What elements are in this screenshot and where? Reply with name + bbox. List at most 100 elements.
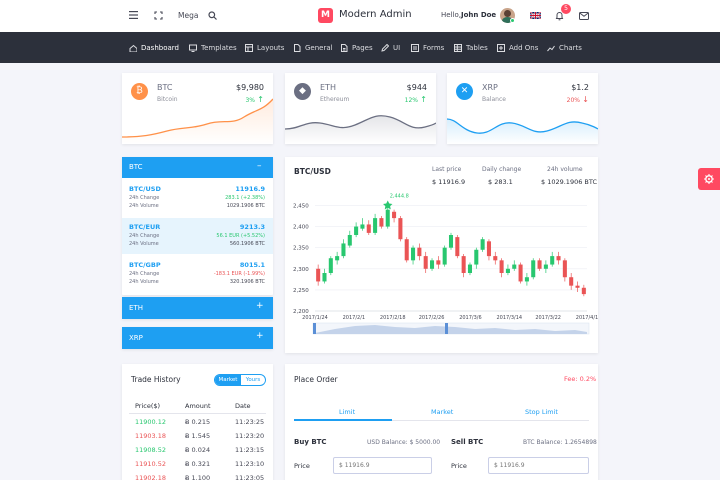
eth-stat-card[interactable]: ◆ ETH Ethereum $944 12% ↑	[285, 73, 436, 144]
candle-body	[411, 247, 416, 261]
last-price-label: Last price	[432, 166, 462, 173]
uk-flag-icon[interactable]	[529, 11, 542, 20]
settings-gear-icon	[704, 174, 714, 184]
sell-price-input[interactable]	[488, 457, 589, 474]
trade-row: 11902.18 Ƀ 1.100 11:23:05	[122, 474, 273, 480]
trade-history-panel: Trade History Market Yours Price($) Amou…	[122, 364, 273, 480]
y-tick-label: 2,350	[293, 246, 309, 252]
mail-icon[interactable]	[579, 12, 589, 20]
candle-body	[537, 260, 542, 269]
candle-body	[347, 235, 352, 246]
candle-body	[562, 260, 567, 278]
trade-row: 11910.52 Ƀ 0.321 11:23:10	[122, 460, 273, 474]
candle-body	[474, 249, 479, 265]
xrp-stat-card[interactable]: ✕ XRP Balance $1.2 20% ↓	[447, 73, 598, 144]
nav-charts[interactable]: Charts	[547, 32, 582, 63]
nav-label: Add Ons	[509, 43, 539, 52]
tab-market-order[interactable]: Market	[431, 408, 453, 416]
expand-icon[interactable]: +	[256, 301, 264, 311]
nav-label: General	[305, 43, 333, 52]
candle-body	[556, 256, 561, 261]
candle-body	[398, 218, 403, 240]
pair-name: BTC/USD	[129, 185, 161, 193]
tab-stop-limit[interactable]: Stop Limit	[525, 408, 558, 416]
pair-price: 8015.1	[239, 261, 265, 269]
nav-templates[interactable]: Templates	[189, 32, 237, 63]
tab-market[interactable]: Market	[215, 375, 241, 385]
nav-dashboard[interactable]: Dashboard	[129, 32, 179, 63]
volume-label: 24h Volume	[129, 279, 159, 285]
fullscreen-icon[interactable]	[154, 11, 163, 20]
candle-body	[322, 273, 327, 282]
candle-body	[581, 287, 586, 295]
nav-general[interactable]: General	[293, 32, 333, 63]
volume-value: $ 1029.1906 BTC	[541, 178, 598, 186]
market-row[interactable]: BTC/USD 11916.9 24h Change 283.1 (+2.38%…	[122, 180, 273, 216]
col-amount: Amount	[185, 402, 211, 410]
buy-price-input[interactable]	[333, 457, 432, 474]
sell-title: Sell BTC	[451, 438, 484, 446]
nav-pages[interactable]: Pages	[340, 32, 373, 63]
buy-price-label: Price	[294, 462, 310, 470]
x-tick-label: 2017/2/1	[343, 315, 365, 321]
candle-body	[354, 226, 359, 235]
volume-label: 24h Volume	[129, 241, 159, 247]
market-row[interactable]: BTC/EUR 9213.3 24h Change 56.1 EUR (+5.5…	[122, 218, 273, 254]
daily-change-label: Daily change	[482, 166, 522, 173]
btc-balance: BTC Balance: 1.2654898	[523, 439, 597, 446]
expand-icon[interactable]: +	[256, 331, 264, 341]
candle-body	[423, 256, 428, 269]
layout-icon	[245, 43, 253, 52]
candlestick-chart[interactable]: 2,4502,4002,3502,3002,2502,2002017/1/24 2…	[285, 191, 598, 351]
collapse-icon[interactable]: –	[257, 161, 262, 171]
tab-yours[interactable]: Yours	[241, 375, 265, 385]
notification-badge: 5	[561, 4, 571, 14]
candle-body	[366, 224, 371, 233]
place-order-title: Place Order	[294, 375, 338, 384]
usd-balance: USD Balance: $ 5000.00	[367, 439, 441, 446]
x-tick-label: 2017/1/24	[302, 315, 328, 321]
menu-icon[interactable]	[129, 11, 138, 19]
mega-menu-link[interactable]: Mega	[178, 11, 198, 20]
market-row[interactable]: BTC/GBP 8015.1 24h Change -183.1 EUR (-1…	[122, 256, 273, 292]
btc-panel-header[interactable]: BTC –	[122, 157, 273, 178]
online-status-dot	[510, 18, 515, 23]
eth-panel-header[interactable]: ETH +	[122, 297, 273, 319]
brand-logo[interactable]: M	[318, 8, 333, 23]
candle-body	[543, 264, 548, 269]
customizer-toggle-button[interactable]	[698, 168, 720, 190]
search-icon[interactable]	[208, 11, 217, 20]
nav-ui[interactable]: UI	[381, 32, 400, 63]
y-tick-label: 2,400	[293, 225, 309, 231]
nav-layouts[interactable]: Layouts	[245, 32, 284, 63]
y-tick-label: 2,450	[293, 203, 309, 209]
place-order-panel: Place Order Fee: 0.2% Limit Market Stop …	[285, 364, 598, 480]
nav-add-ons[interactable]: Add Ons	[497, 32, 538, 63]
x-tick-label: 2017/2/18	[380, 315, 406, 321]
xrp-panel-header[interactable]: XRP +	[122, 327, 273, 349]
trade-amount: Ƀ 0.321	[185, 460, 211, 468]
trade-history-title: Trade History	[131, 375, 181, 384]
nav-label: Charts	[559, 43, 582, 52]
brand-name[interactable]: Modern Admin	[339, 9, 412, 20]
candle-body	[392, 211, 397, 219]
x-tick-label: 2017/3/14	[496, 315, 522, 321]
candle-body	[512, 264, 517, 269]
volume-value: 320.1906 BTC	[229, 279, 265, 285]
btc-market-panel: BTC – BTC/USD 11916.9 24h Change 283.1 (…	[122, 157, 273, 295]
user-name[interactable]: John Doe	[461, 11, 496, 19]
candle-body	[360, 224, 365, 229]
divider	[129, 413, 266, 414]
sell-price-label: Price	[451, 462, 467, 470]
candle-body	[531, 260, 536, 278]
candle-body	[569, 277, 574, 286]
addons-icon	[497, 43, 505, 52]
nav-tables[interactable]: Tables	[454, 32, 488, 63]
trade-row: 11900.12 Ƀ 0.215 11:23:25	[122, 418, 273, 432]
nav-forms[interactable]: Forms	[411, 32, 444, 63]
change-label: 24h Change	[129, 233, 160, 239]
file-icon	[294, 43, 301, 52]
candle-body	[518, 264, 523, 282]
btc-stat-card[interactable]: ₿ BTC Bitcoin $9,980 3% ↑	[122, 73, 273, 144]
tab-limit[interactable]: Limit	[339, 408, 355, 416]
